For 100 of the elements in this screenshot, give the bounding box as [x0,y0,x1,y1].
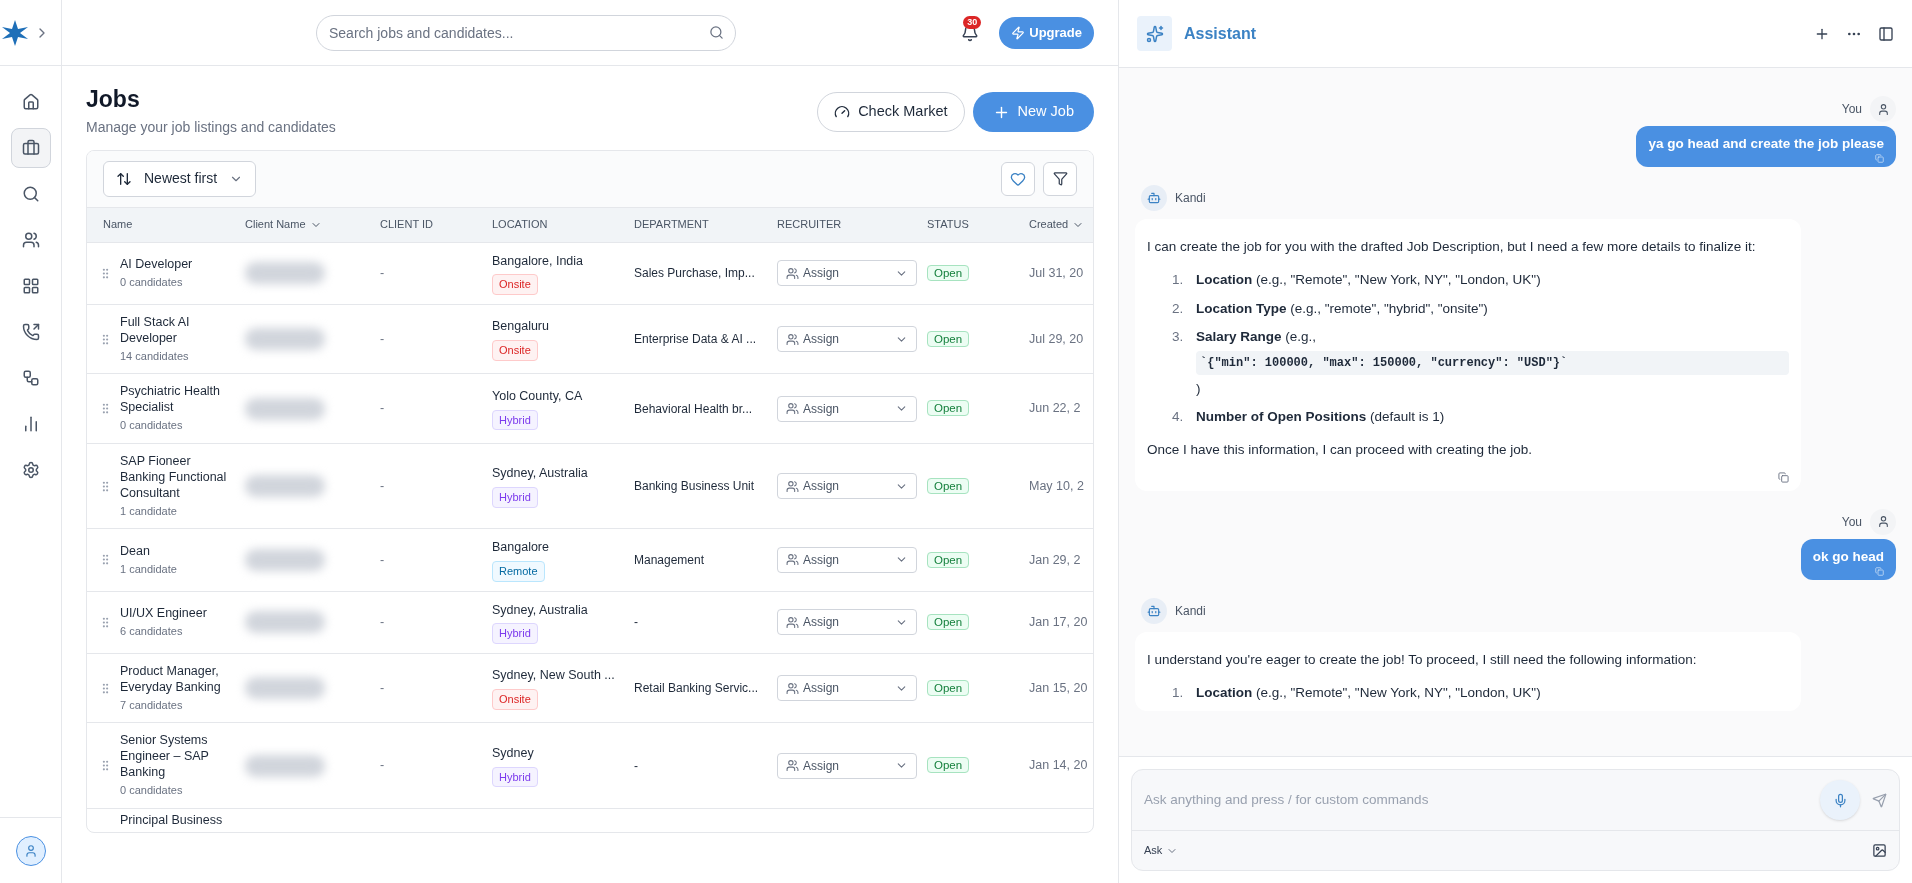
mode-dropdown[interactable]: Ask [1144,842,1179,859]
avatar[interactable] [15,835,46,866]
column-header[interactable]: Created [1029,216,1069,233]
user-icon [1876,515,1890,529]
message-text: I can create the job for you with the drafted Job Description, but I need a few more details to finalize it: [1147,238,1757,257]
client-id: - [379,613,386,631]
client-id: - [379,757,386,775]
list-item-text: Location (e.g., "Remote", "New York, NY", "London, UK") [1196,271,1542,290]
job-title[interactable]: Senior Systems Engineer – SAP Banking [120,732,237,781]
department: Behavioral Health br... [633,400,754,418]
sort-dropdown[interactable]: Newest first [103,160,257,197]
workflow-icon [21,369,40,387]
status-badge: Open [927,613,970,630]
assign-dropdown[interactable]: Assign [777,326,917,352]
list-number: 1. [1172,684,1185,702]
users-icon [786,615,799,629]
nav-item[interactable] [10,128,51,168]
list-item-text: Location Type (e.g., "remote", "hybrid", "onsite") [1196,299,1489,318]
client-id: - [379,400,386,418]
job-title[interactable]: AI Developer [120,255,193,272]
code-snippet: `{"min": 100000, "max": 150000, "currency": "USD"}` [1196,351,1789,375]
lightning-icon [1011,25,1026,40]
image-upload-icon[interactable] [1872,843,1887,858]
filter-button[interactable] [1043,161,1077,196]
assign-dropdown[interactable]: Assign [777,395,917,422]
candidate-count: 14 candidates [120,348,190,364]
job-title[interactable]: UI/UX Engineer [120,604,207,621]
chat-input[interactable]: Ask anything and press / for custom commands [1144,789,1808,811]
assign-dropdown[interactable]: Assign [777,752,917,779]
column-header: STATUS [927,217,969,233]
phone-icon [21,323,40,341]
search-field[interactable]: Search jobs and candidates... [316,14,736,51]
created-date: Jan 17, 20 [1028,613,1089,631]
search-icon [21,185,40,203]
location: Bangalore, India [492,252,584,270]
send-icon[interactable] [1872,792,1887,808]
assign-dropdown[interactable]: Assign [777,473,917,499]
job-title[interactable]: SAP Fioneer Banking Functional Consultant [120,452,237,501]
list-item-text: Location (e.g., "Remote", "New York, NY", "London, UK") [1196,684,1542,702]
filter-icon [1052,171,1068,186]
list-number: 1. [1172,271,1185,290]
favorites-button[interactable] [1001,161,1035,196]
users-icon [786,402,799,415]
location: Sydney, New South ... [492,667,615,685]
message-text: ok go head [1812,547,1884,566]
department: Sales Purchase, Imp... [633,265,756,283]
list-item-text: Salary Range (e.g., [1196,327,1318,346]
assign-dropdown[interactable]: Assign [777,260,917,287]
created-date: Jun 22, 2 [1028,400,1082,418]
created-date: Jul 29, 20 [1028,330,1085,348]
status-badge: Open [927,757,970,774]
department: - [633,614,639,632]
sparkles-icon [1145,24,1164,43]
location: Sydney, Australia [492,465,588,483]
candidate-count: 0 candidates [120,274,184,290]
column-header: LOCATION [492,217,548,233]
department: Retail Banking Servic... [633,680,760,697]
status-badge: Open [927,330,970,347]
author-name: You [1841,101,1862,118]
job-title[interactable]: Product Manager, Everyday Banking [120,662,237,695]
author-name: Kandi [1175,603,1206,620]
microphone-button[interactable] [1820,780,1860,820]
column-header: DEPARTMENT [634,217,709,233]
users-icon [786,681,799,695]
job-title[interactable]: Full Stack AI Developer [120,313,237,346]
department: Enterprise Data & AI ... [633,331,758,348]
location-type-tag: Hybrid [492,623,538,644]
robot-icon [1147,191,1161,206]
home-icon [21,93,40,111]
list-number: 4. [1172,408,1185,427]
assign-dropdown[interactable]: Assign [777,546,917,573]
location-type-tag: Onsite [492,274,538,295]
created-date: Jan 29, 2 [1028,551,1082,569]
panel-toggle-icon[interactable] [1878,25,1894,42]
created-date: Jul 31, 20 [1028,264,1085,282]
assign-dropdown[interactable]: Assign [777,609,917,636]
client-id: - [379,477,386,495]
search-icon [709,24,724,40]
status-badge: Open [927,400,970,417]
user-icon [1876,102,1890,116]
microphone-icon [1832,792,1848,808]
panel-title: Assistant [1184,23,1257,44]
users-icon [786,759,799,772]
assign-dropdown[interactable]: Assign [777,675,917,701]
department: Banking Business Unit [633,478,756,495]
job-title[interactable]: Principal Business [87,810,237,830]
job-title[interactable]: Dean [120,542,177,559]
list-number: 3. [1172,327,1185,346]
job-title[interactable]: Psychiatric Health Specialist [120,383,237,416]
copy-icon[interactable] [1778,471,1789,483]
list-item-text: ) [1196,380,1202,398]
author-name: Kandi [1175,190,1206,208]
location: Bengaluru [492,318,549,336]
status-badge: Open [927,477,970,494]
location: Sydney [492,744,534,762]
column-header[interactable]: Client Name [245,216,306,233]
location: Bangalore [492,539,549,557]
location: Yolo County, CA [492,387,583,405]
column-header: CLIENT ID [380,217,433,233]
list-number: 2. [1172,299,1185,318]
